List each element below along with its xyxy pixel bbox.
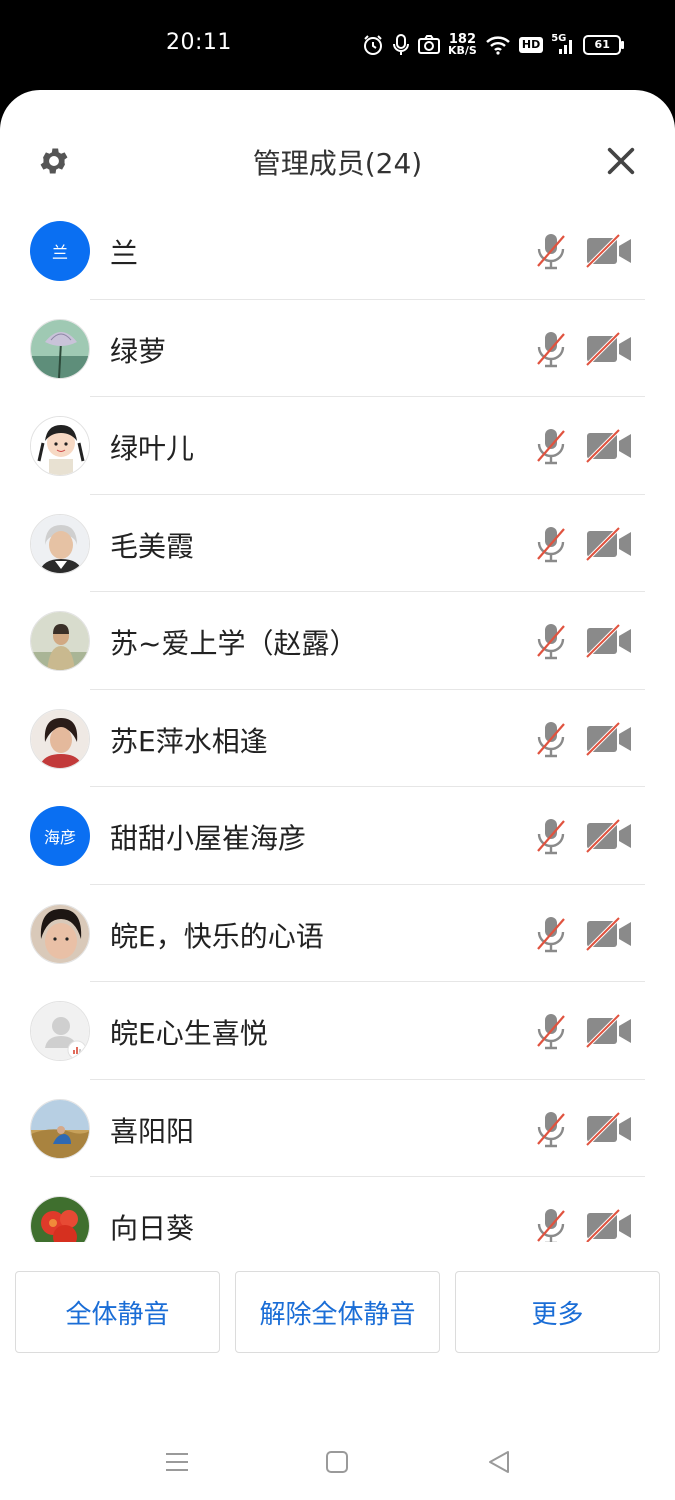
avatar [30, 903, 90, 964]
member-row[interactable]: 海彦 甜甜小屋崔海彦 [0, 787, 675, 885]
avatar [30, 708, 90, 769]
member-row[interactable]: 绿叶儿 [0, 397, 675, 495]
home-icon[interactable] [320, 1445, 354, 1479]
sheet-header: 管理成员(24) [0, 90, 675, 220]
signal-icon: 5G [551, 33, 575, 55]
camera-off-icon[interactable] [585, 331, 633, 366]
member-name: 毛美霞 [110, 529, 195, 563]
mic-icon [393, 34, 409, 55]
member-name: 皖E心生喜悦 [110, 1017, 268, 1050]
camera-off-icon[interactable] [585, 428, 633, 464]
member-row[interactable]: 绿萝 [0, 300, 675, 397]
alarm-icon [364, 35, 382, 55]
camera-off-icon[interactable] [585, 1208, 633, 1242]
member-name: 向日葵 [110, 1212, 195, 1242]
wifi-icon [486, 36, 510, 55]
avatar [30, 1098, 90, 1159]
member-row[interactable]: 向日葵 [0, 1177, 675, 1242]
member-name: 皖E，快乐的心语 [110, 919, 324, 953]
camera-off-icon[interactable] [585, 1111, 633, 1146]
back-icon[interactable] [482, 1445, 516, 1479]
member-name: 苏E萍水相逢 [110, 724, 268, 758]
mic-muted-icon[interactable] [534, 622, 568, 660]
mic-muted-icon[interactable] [534, 232, 568, 270]
camera-off-icon[interactable] [585, 233, 633, 269]
member-name: 绿叶儿 [110, 432, 195, 465]
member-name: 绿萝 [110, 334, 167, 368]
avatar: 兰 [30, 221, 90, 281]
mic-muted-icon[interactable] [534, 525, 568, 563]
hd-icon: HD [518, 37, 544, 53]
mic-muted-icon[interactable] [534, 915, 568, 953]
avatar [30, 416, 90, 476]
more-button[interactable]: 更多 [455, 1271, 660, 1353]
action-bar: 全体静音 解除全体静音 更多 [15, 1271, 660, 1353]
member-name: 苏~爱上学（赵露） [110, 627, 358, 660]
mic-muted-icon[interactable] [534, 1012, 568, 1050]
member-row[interactable]: 兰兰 [0, 202, 675, 300]
status-icons: 182 KB/S HD 5G 61 [362, 30, 625, 60]
avatar [30, 1001, 90, 1061]
mic-muted-icon[interactable] [534, 427, 568, 465]
mic-muted-icon[interactable] [534, 330, 568, 368]
camera-off-icon[interactable] [585, 818, 633, 854]
mic-muted-icon[interactable] [534, 1110, 568, 1148]
unmute-all-button[interactable]: 解除全体静音 [235, 1271, 440, 1353]
network-speed: 182 KB/S [448, 33, 477, 57]
status-time: 20:11 [166, 30, 232, 55]
member-row[interactable]: 苏~爱上学（赵露） [0, 592, 675, 690]
status-bar: 20:11 182 KB/S HD 5G 61 [0, 0, 675, 90]
member-list[interactable]: 兰兰绿萝 绿叶儿 毛美霞 苏~爱上学（赵露） 苏E萍水相逢 海彦 甜甜小屋崔海彦 皖E，快乐的… [0, 202, 675, 1242]
member-row[interactable]: 皖E，快乐的心语 [0, 885, 675, 982]
camera-icon [418, 35, 440, 54]
member-row[interactable]: 皖E心生喜悦 [0, 982, 675, 1080]
member-name: 喜阳阳 [110, 1114, 195, 1148]
close-icon[interactable] [604, 144, 638, 178]
avatar [30, 513, 90, 574]
page-title: 管理成员(24) [252, 147, 423, 180]
camera-off-icon[interactable] [585, 623, 633, 659]
mic-muted-icon[interactable] [534, 1207, 568, 1242]
member-name: 甜甜小屋崔海彦 [110, 822, 307, 855]
member-row[interactable]: 苏E萍水相逢 [0, 690, 675, 787]
avatar [30, 1196, 90, 1242]
member-row[interactable]: 喜阳阳 [0, 1080, 675, 1177]
camera-off-icon[interactable] [585, 916, 633, 951]
member-row[interactable]: 毛美霞 [0, 495, 675, 592]
avatar [30, 611, 90, 671]
camera-off-icon[interactable] [585, 1013, 633, 1049]
mic-muted-icon[interactable] [534, 817, 568, 855]
speed-unit: KB/S [448, 44, 477, 57]
camera-off-icon[interactable] [585, 721, 633, 756]
avatar: 海彦 [30, 806, 90, 866]
system-nav-bar [0, 1435, 675, 1500]
avatar [30, 318, 90, 379]
camera-off-icon[interactable] [585, 526, 633, 561]
battery-icon: 61 [583, 35, 625, 55]
mute-all-button[interactable]: 全体静音 [15, 1271, 220, 1353]
mic-muted-icon[interactable] [534, 720, 568, 758]
manage-members-sheet: 管理成员(24) 兰兰绿萝绿叶儿毛美霞苏~爱上学（赵露） 苏E萍水相逢海彦 甜甜小屋… [0, 90, 675, 1500]
menu-icon[interactable] [160, 1445, 194, 1479]
member-name: 兰 [110, 237, 139, 270]
